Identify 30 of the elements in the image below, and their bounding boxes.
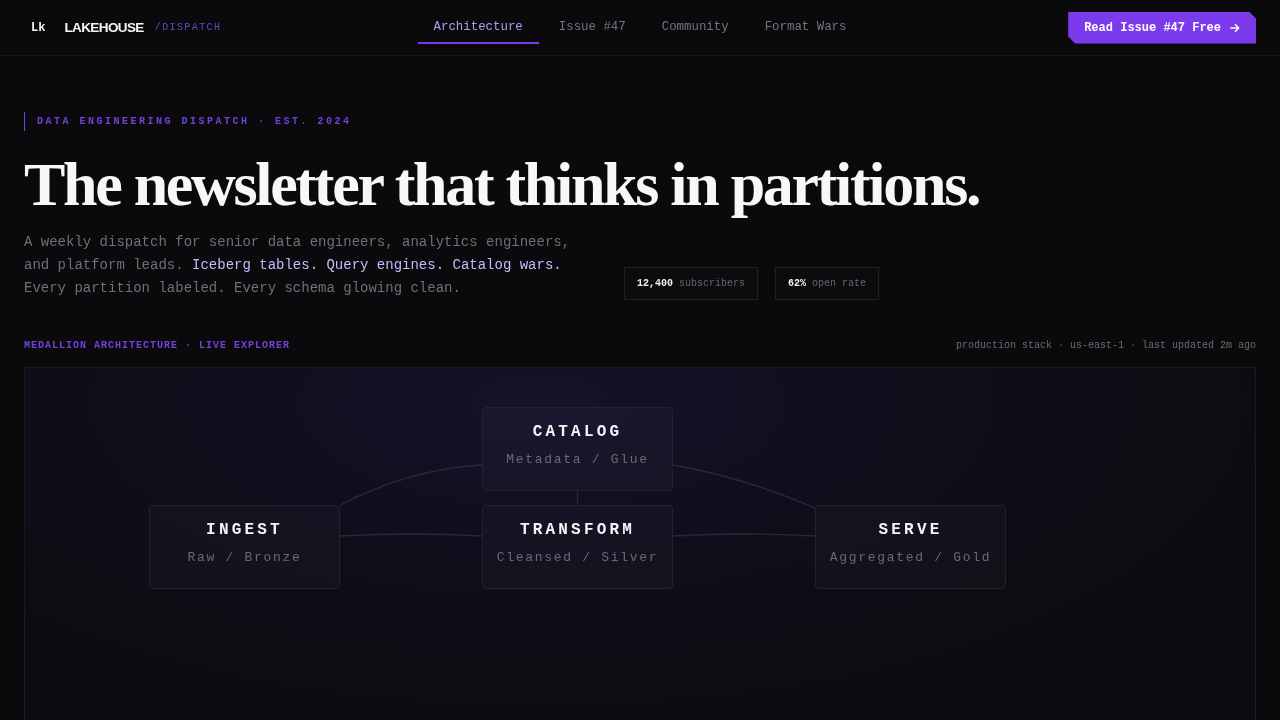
nav-tab[interactable]: Architecture xyxy=(417,11,539,44)
nav-tab[interactable]: Community xyxy=(645,11,745,44)
node-title: INGEST xyxy=(205,520,284,540)
arrow-icon xyxy=(1230,22,1240,33)
pipeline-node[interactable]: SERVE Aggregated / Gold xyxy=(815,505,1006,589)
node-title: SERVE xyxy=(877,520,944,540)
pipeline-node[interactable]: CATALOG Metadata / Glue xyxy=(482,407,673,491)
stat-label: open rate xyxy=(812,278,867,289)
stat-value: 62% xyxy=(788,278,807,289)
logo-mark: Lk xyxy=(30,19,47,37)
eyebrow-label: DATA ENGINEERING DISPATCH · EST. 2024 xyxy=(24,112,352,131)
brand-suffix: /DISPATCH xyxy=(154,22,222,33)
headline: The newsletter that thinks in partitions. xyxy=(24,150,980,218)
node-subtitle: Metadata / Glue xyxy=(505,451,650,469)
stat-label: subscribers xyxy=(679,278,746,289)
node-title: TRANSFORM xyxy=(518,520,637,540)
node-subtitle: Cleansed / Silver xyxy=(495,549,660,567)
status-meta: production stack · us-east-1 · last updated 2m ago xyxy=(955,339,1256,353)
brand-name: LAKEHOUSE xyxy=(64,20,144,35)
pipeline-node[interactable]: INGEST Raw / Bronze xyxy=(149,505,340,589)
node-subtitle: Aggregated / Gold xyxy=(828,549,993,567)
section-title: MEDALLION ARCHITECTURE · LIVE EXPLORER xyxy=(24,339,291,353)
node-title: CATALOG xyxy=(531,422,624,442)
nav-tab[interactable]: Format Wars xyxy=(748,11,863,44)
node-subtitle: Raw / Bronze xyxy=(186,549,303,567)
nav-tab[interactable]: Issue #47 xyxy=(542,11,642,44)
lead-paragraph: A weekly dispatch for senior data engineers, analytics engineers, and platform leads. Iceberg tables. Query engines. Catalog wars. Every partition labeled. Every schema glowing clean. xyxy=(24,233,572,298)
pipeline-node[interactable]: TRANSFORM Cleansed / Silver xyxy=(482,505,673,589)
stat-value: 12,400 xyxy=(637,278,673,289)
read-issue-button[interactable]: Read Issue #47 Free xyxy=(1068,11,1256,44)
